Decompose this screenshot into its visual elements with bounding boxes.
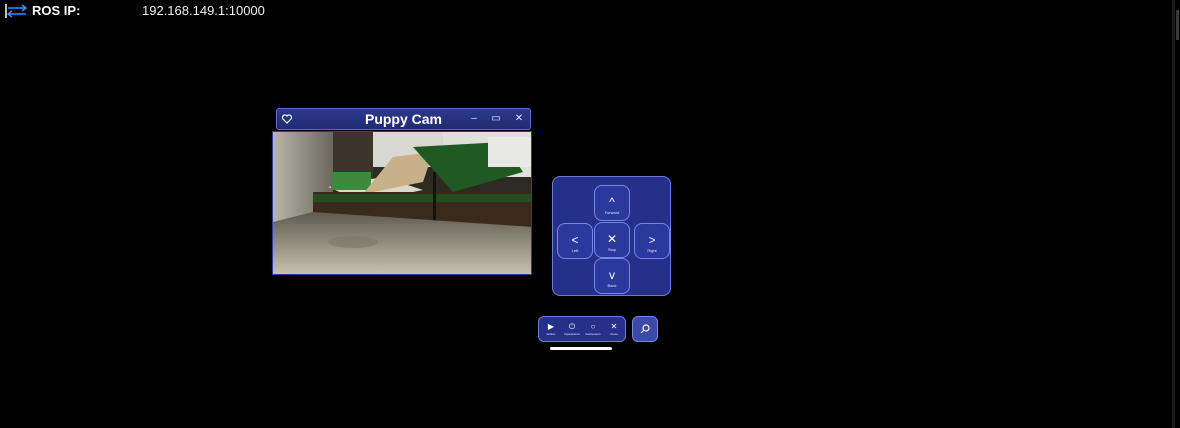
right-label: Right bbox=[647, 248, 657, 253]
pin-icon bbox=[640, 324, 650, 334]
power-icon: ⏻ bbox=[568, 322, 576, 331]
left-button[interactable]: < Left bbox=[557, 223, 593, 259]
right-edge-divider bbox=[1172, 0, 1175, 428]
close-icon: ✕ bbox=[606, 232, 618, 246]
chevron-down-icon: v bbox=[609, 268, 615, 282]
camera-window-titlebar[interactable]: Puppy Cam – ▭ ✕ bbox=[276, 108, 531, 130]
close-menu-button[interactable]: ✕ Close bbox=[604, 319, 624, 339]
chevron-right-icon: > bbox=[648, 233, 656, 247]
bottom-toolbar: ▶ Follow ⏻ Appearance ○ GetGesture ✕ Clo… bbox=[538, 316, 626, 342]
back-button[interactable]: v Back bbox=[594, 258, 630, 294]
appearance-label: Appearance bbox=[563, 332, 581, 336]
follow-button[interactable]: ▶ Follow bbox=[541, 319, 561, 339]
play-icon: ▶ bbox=[547, 322, 555, 331]
close-label: Close bbox=[610, 332, 618, 336]
left-label: Left bbox=[571, 248, 579, 253]
maximize-button[interactable]: ▭ bbox=[488, 112, 504, 126]
close-window-button[interactable]: ✕ bbox=[511, 112, 527, 126]
forward-button[interactable]: ^ Forward bbox=[594, 185, 630, 221]
scrollbar[interactable] bbox=[1176, 10, 1179, 40]
close-icon: ✕ bbox=[610, 322, 618, 331]
gesture-label: GetGesture bbox=[585, 332, 601, 336]
movement-dpad-panel: ^ Forward < Left ✕ Stop > Right v Back bbox=[552, 176, 671, 296]
ros-ip-value[interactable]: 192.168.149.1:10000 bbox=[142, 3, 265, 18]
back-label: Back bbox=[607, 283, 617, 288]
drag-handle[interactable] bbox=[550, 347, 612, 350]
pin-button[interactable] bbox=[632, 316, 658, 342]
swap-arrows-icon[interactable] bbox=[4, 3, 28, 19]
chevron-up-icon: ^ bbox=[609, 195, 615, 209]
follow-label: Follow bbox=[546, 332, 556, 336]
circle-icon: ○ bbox=[590, 322, 596, 331]
stop-button[interactable]: ✕ Stop bbox=[594, 222, 630, 258]
minimize-button[interactable]: – bbox=[466, 112, 482, 126]
ros-ip-label: ROS IP: bbox=[32, 3, 81, 18]
forward-label: Forward bbox=[604, 210, 620, 215]
camera-feed-image bbox=[272, 131, 532, 275]
appearance-button[interactable]: ⏻ Appearance bbox=[562, 319, 582, 339]
right-button[interactable]: > Right bbox=[634, 223, 670, 259]
chevron-left-icon: < bbox=[571, 233, 579, 247]
gesture-button[interactable]: ○ GetGesture bbox=[583, 319, 603, 339]
stop-label: Stop bbox=[607, 247, 617, 252]
